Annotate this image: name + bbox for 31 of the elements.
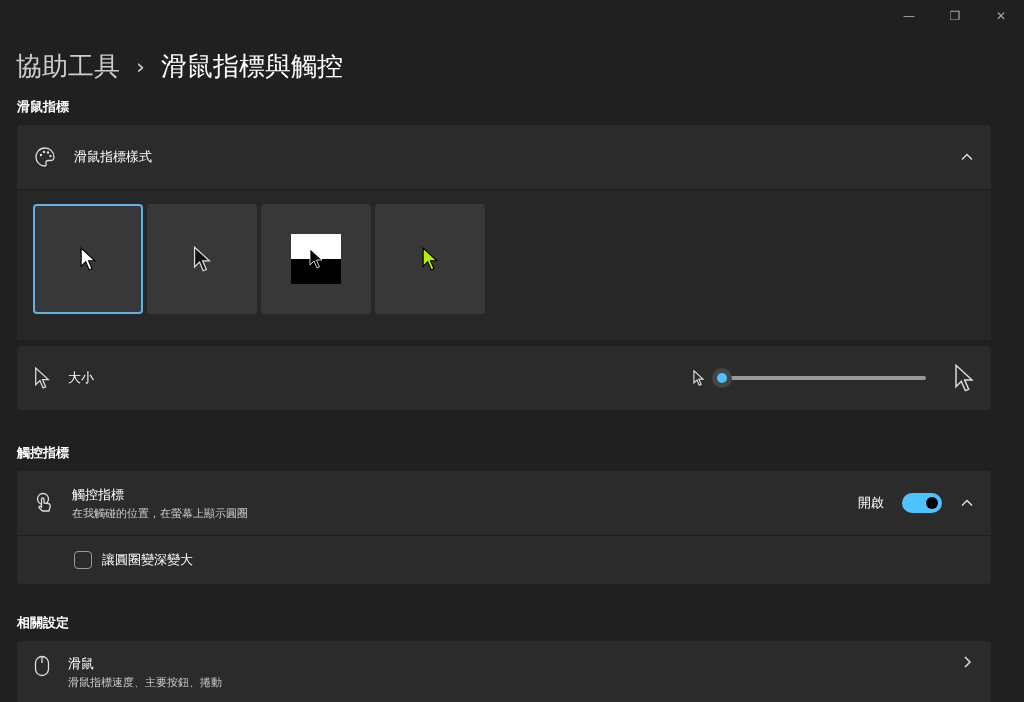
setting-label: 大小 xyxy=(68,369,95,387)
setting-description: 在我觸碰的位置，在螢幕上顯示圓圈 xyxy=(72,505,249,521)
pointer-style-option[interactable] xyxy=(261,204,371,314)
toggle-state-label: 開啟 xyxy=(858,494,884,512)
section-heading: 相關設定 xyxy=(16,614,70,632)
checkbox[interactable] xyxy=(74,551,92,569)
slider-thumb[interactable] xyxy=(712,368,732,388)
settings-link-card[interactable]: 滑鼠 滑鼠指標速度、主要按鈕、捲動 xyxy=(17,641,991,702)
breadcrumb-separator: › xyxy=(136,53,145,79)
setting-title: 滑鼠指標樣式 xyxy=(74,148,153,166)
window-control[interactable]: — xyxy=(886,9,932,23)
cursor-icon xyxy=(80,247,96,271)
mouse-icon xyxy=(34,655,50,677)
window-control[interactable]: ✕ xyxy=(978,9,1024,23)
cursor-icon xyxy=(193,246,211,272)
setting-description: 滑鼠指標速度、主要按鈕、捲動 xyxy=(68,675,223,690)
page-title: 滑鼠指標與觸控 xyxy=(160,49,343,83)
section-heading: 觸控指標 xyxy=(15,444,70,462)
section-heading: 滑鼠指標 xyxy=(16,98,70,116)
setting-title: 滑鼠 xyxy=(68,655,95,673)
checkbox-label: 讓圓圈變深變大 xyxy=(102,551,193,569)
window-control[interactable]: ❐ xyxy=(932,9,978,23)
large-cursor-icon xyxy=(954,364,974,392)
toggle-switch[interactable] xyxy=(902,493,942,513)
cursor-icon xyxy=(34,367,50,389)
setting-title: 觸控指標 xyxy=(72,485,125,504)
inverted-cursor-icon xyxy=(291,234,341,284)
palette-icon xyxy=(34,146,56,168)
small-cursor-icon xyxy=(693,370,704,386)
touch-icon xyxy=(34,492,54,514)
breadcrumb-link[interactable]: 協助工具 xyxy=(16,48,120,84)
